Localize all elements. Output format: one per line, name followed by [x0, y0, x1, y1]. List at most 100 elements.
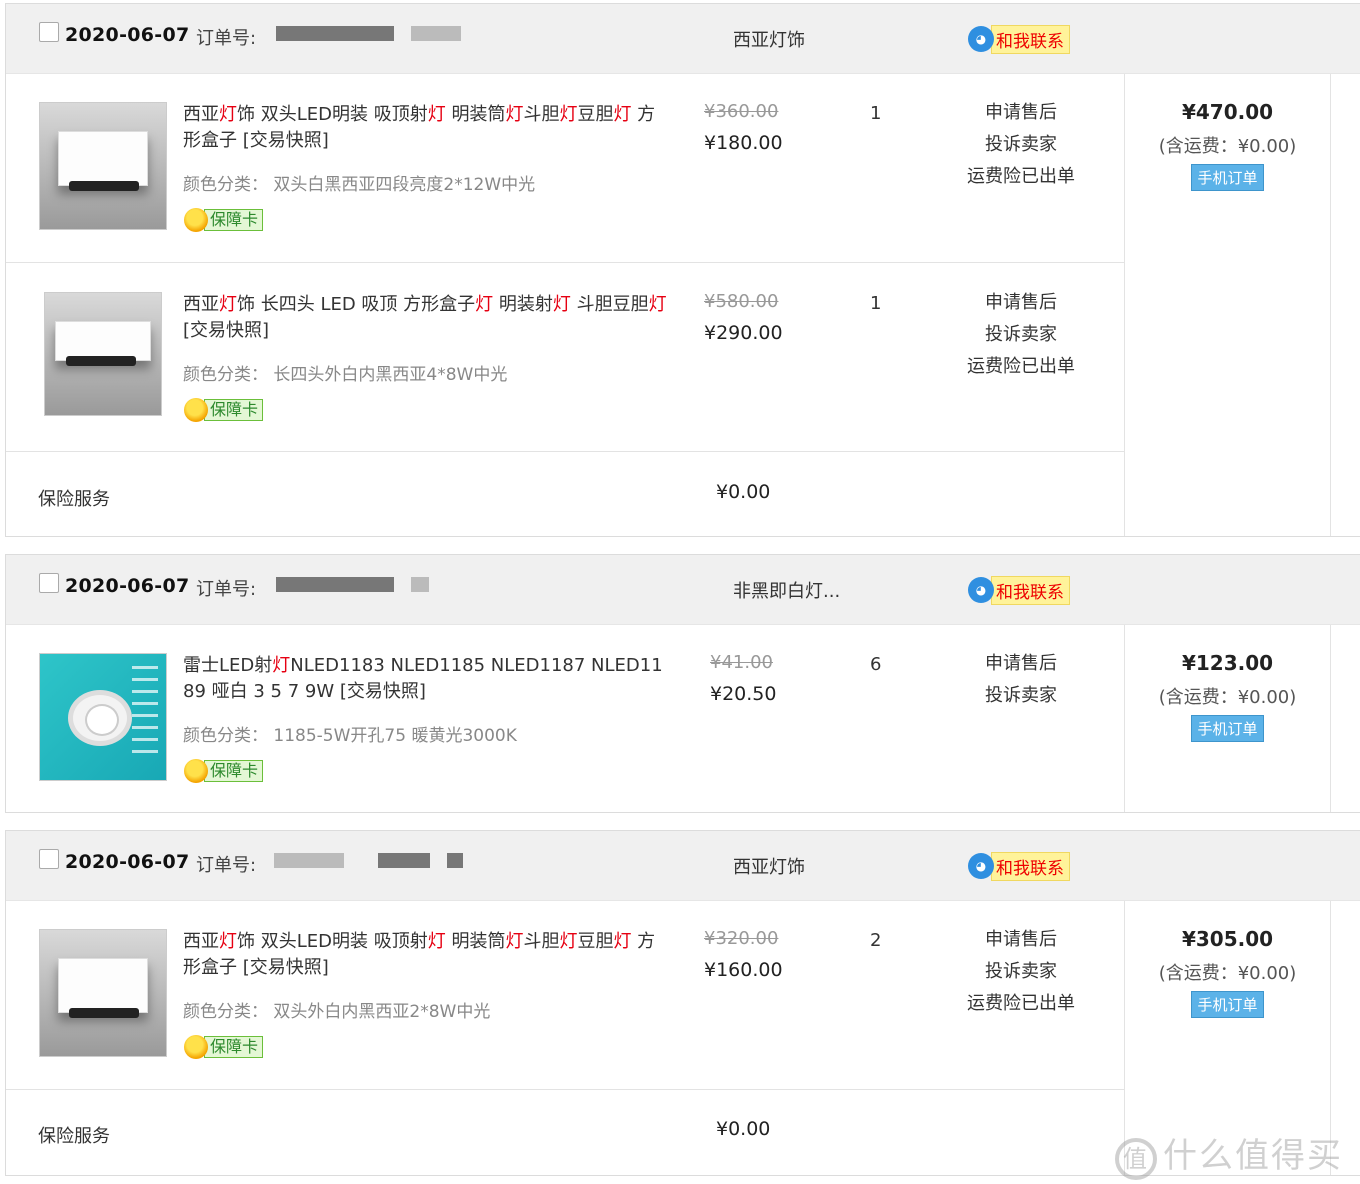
shield-icon [184, 1035, 208, 1059]
product-title[interactable]: 雷士LED射灯NLED1183 NLED1185 NLED1187 NLED11… [183, 653, 668, 705]
product-spec: 颜色分类： 双头外白内黑西亚2*8W中光 [183, 1002, 491, 1022]
product-spec: 颜色分类： 长四头外白内黑西亚4*8W中光 [183, 365, 508, 385]
order-header: 2020-06-07 订单号: 非黑即白灯... ◕ 和我联系 [6, 555, 1360, 625]
apply-after-sale-link[interactable]: 申请售后 [946, 924, 1096, 956]
guarantee-badge-label: 保障卡 [204, 399, 264, 421]
order-checkbox[interactable] [39, 573, 59, 593]
title-text: 豆胆 [577, 104, 614, 125]
title-text: 西亚 [183, 931, 219, 952]
title-text: 西亚 [183, 294, 219, 315]
shipping-fee: (含运费：¥0.00) [1158, 963, 1297, 984]
product-thumbnail[interactable] [39, 653, 167, 781]
insurance-row: 保险服务 ¥0.00 [6, 452, 1124, 536]
product-title[interactable]: 西亚灯饰 双头LED明装 吸顶射灯 明装筒灯斗胆灯豆胆灯 方形盒子 [交易快照] [183, 102, 668, 154]
quantity: 2 [870, 930, 882, 951]
insurance-price: ¥0.00 [716, 1118, 771, 1140]
insurance-label: 保险服务 [38, 1126, 110, 1147]
complain-seller-link[interactable]: 投诉卖家 [946, 956, 1096, 988]
order-date: 2020-06-07 [65, 851, 190, 873]
shop-name[interactable]: 西亚灯饰 [733, 26, 805, 52]
order-total-column: ¥470.00 (含运费：¥0.00) 手机订单 [1124, 74, 1331, 536]
apply-after-sale-link[interactable]: 申请售后 [946, 287, 1096, 319]
watermark-text: 什么值得买 [1163, 1136, 1343, 1176]
original-price: ¥320.00 [704, 928, 779, 949]
complain-seller-link[interactable]: 投诉卖家 [946, 319, 1096, 351]
keyword-highlight: 灯 [648, 294, 667, 315]
keyword-highlight: 灯 [613, 931, 632, 952]
product-title[interactable]: 西亚灯饰 长四头 LED 吸顶 方形盒子灯 明装射灯 斗胆豆胆灯 [交易快照] [183, 292, 668, 344]
apply-after-sale-link[interactable]: 申请售后 [946, 97, 1096, 129]
title-text: 斗胆豆胆 [570, 294, 649, 315]
item-actions: 申请售后 投诉卖家 运费险已出单 [946, 97, 1096, 193]
qq-bubble-icon: ◕ [968, 853, 994, 879]
order-item-row: 西亚灯饰 长四头 LED 吸顶 方形盒子灯 明装射灯 斗胆豆胆灯 [交易快照] … [6, 263, 1124, 452]
guarantee-badge-label: 保障卡 [204, 209, 264, 231]
contact-seller-button[interactable]: ◕ 和我联系 [968, 24, 1070, 54]
shipping-insurance-link[interactable]: 运费险已出单 [946, 161, 1096, 193]
masked-order-number [411, 577, 429, 592]
order-number-label: 订单号: [196, 28, 257, 49]
masked-order-number [276, 577, 394, 592]
masked-order-number [447, 853, 463, 868]
keyword-highlight: 灯 [505, 931, 524, 952]
order-date: 2020-06-07 [65, 24, 190, 46]
contact-seller-button[interactable]: ◕ 和我联系 [968, 575, 1070, 605]
order-card: 2020-06-07 订单号: 非黑即白灯... ◕ 和我联系 雷士LED射灯N… [5, 554, 1360, 813]
product-thumbnail[interactable] [44, 292, 162, 416]
unit-price: ¥20.50 [710, 683, 777, 705]
item-actions: 申请售后 投诉卖家 [946, 648, 1096, 712]
contact-label: 和我联系 [991, 851, 1070, 881]
shield-icon [184, 759, 208, 783]
complain-seller-link[interactable]: 投诉卖家 [946, 680, 1096, 712]
order-item-row: 雷士LED射灯NLED1183 NLED1185 NLED1187 NLED11… [6, 625, 1124, 812]
shipping-fee: (含运费：¥0.00) [1158, 687, 1297, 708]
title-text: 明装筒 [445, 104, 506, 125]
insurance-row: 保险服务 ¥0.00 [6, 1090, 1124, 1174]
order-checkbox[interactable] [39, 849, 59, 869]
product-title[interactable]: 西亚灯饰 双头LED明装 吸顶射灯 明装筒灯斗胆灯豆胆灯 方形盒子 [交易快照] [183, 929, 668, 981]
keyword-highlight: 灯 [219, 294, 237, 315]
quantity: 1 [870, 293, 882, 314]
shield-icon [184, 208, 208, 232]
qq-bubble-icon: ◕ [968, 577, 994, 603]
shop-name[interactable]: 非黑即白灯... [733, 577, 840, 603]
qq-bubble-icon: ◕ [968, 26, 994, 52]
contact-seller-button[interactable]: ◕ 和我联系 [968, 851, 1070, 881]
masked-order-number [274, 853, 344, 868]
contact-label: 和我联系 [991, 24, 1070, 54]
order-total: ¥305.00 [1181, 927, 1274, 951]
order-total: ¥470.00 [1181, 100, 1274, 124]
title-text: 豆胆 [577, 931, 614, 952]
keyword-highlight: 灯 [219, 931, 237, 952]
unit-price: ¥160.00 [704, 959, 783, 981]
order-checkbox[interactable] [39, 22, 59, 42]
keyword-highlight: 灯 [475, 294, 494, 315]
keyword-highlight: 灯 [272, 655, 291, 676]
shipping-insurance-link[interactable]: 运费险已出单 [946, 351, 1096, 383]
insurance-price: ¥0.00 [716, 481, 771, 503]
guarantee-badge[interactable]: 保障卡 [184, 759, 264, 783]
shipping-insurance-link[interactable]: 运费险已出单 [946, 988, 1096, 1020]
product-thumbnail[interactable] [39, 102, 167, 230]
mobile-order-tag[interactable]: 手机订单 [1191, 715, 1264, 742]
mobile-order-tag[interactable]: 手机订单 [1191, 991, 1264, 1018]
guarantee-badge[interactable]: 保障卡 [184, 398, 264, 422]
complain-seller-link[interactable]: 投诉卖家 [946, 129, 1096, 161]
watermark-logo-icon: 值 [1115, 1138, 1157, 1180]
order-header: 2020-06-07 订单号: 西亚灯饰 ◕ 和我联系 [6, 831, 1360, 901]
product-thumbnail[interactable] [39, 929, 167, 1057]
apply-after-sale-link[interactable]: 申请售后 [946, 648, 1096, 680]
order-total-column: ¥123.00 (含运费：¥0.00) 手机订单 [1124, 625, 1331, 812]
title-text: 雷士LED射 [183, 655, 273, 676]
title-text: 斗胆 [523, 931, 560, 952]
keyword-highlight: 灯 [552, 294, 571, 315]
item-actions: 申请售后 投诉卖家 运费险已出单 [946, 287, 1096, 383]
mobile-order-tag[interactable]: 手机订单 [1191, 164, 1264, 191]
shop-name[interactable]: 西亚灯饰 [733, 853, 805, 879]
keyword-highlight: 灯 [559, 104, 578, 125]
guarantee-badge[interactable]: 保障卡 [184, 208, 264, 232]
guarantee-badge[interactable]: 保障卡 [184, 1035, 264, 1059]
original-price: ¥360.00 [704, 101, 779, 122]
contact-label: 和我联系 [991, 575, 1070, 605]
quantity: 6 [870, 654, 882, 675]
